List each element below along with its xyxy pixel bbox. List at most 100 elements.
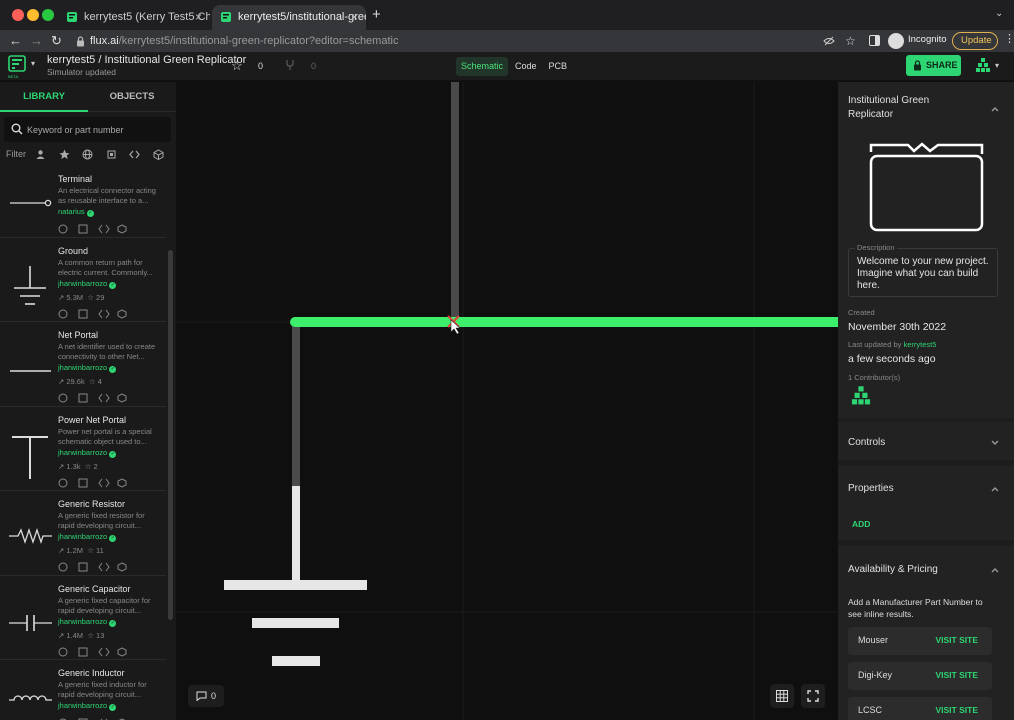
- close-tab-icon[interactable]: ×: [351, 5, 358, 29]
- project-title[interactable]: kerrytest5 / Institutional Green Replica…: [47, 54, 246, 66]
- filter-star-icon[interactable]: [59, 149, 70, 160]
- close-window-button[interactable]: [12, 9, 24, 21]
- zoom-window-button[interactable]: [42, 9, 54, 21]
- part-stars: 11: [96, 546, 104, 555]
- availability-hint: Add a Manufacturer Part Number to see in…: [848, 597, 983, 619]
- library-part-item[interactable]: Terminal An electrical connector acting a…: [0, 166, 166, 238]
- controls-section[interactable]: Controls: [838, 422, 1014, 460]
- contributor-avatar-icon[interactable]: [850, 385, 872, 407]
- tab-title: kerrytest5/institutional-green-: [238, 11, 366, 23]
- new-tab-button[interactable]: +: [372, 5, 381, 25]
- ground-symbol-bar-2[interactable]: [252, 618, 339, 628]
- sidebar-toggle-icon[interactable]: [869, 35, 880, 46]
- bookmark-star-icon[interactable]: ☆: [845, 32, 856, 50]
- beta-badge: BETA: [8, 74, 19, 79]
- vendor-row: LCSC VISIT SITE: [848, 697, 992, 720]
- lock-icon: [77, 36, 84, 47]
- updated-by-link[interactable]: kerrytest5: [903, 340, 936, 349]
- browser-menu-icon[interactable]: ⋮: [1004, 32, 1014, 45]
- library-part-item[interactable]: Net Portal A net identifier used to creat…: [0, 322, 166, 407]
- part-description: Power net portal is a special schematic …: [58, 427, 152, 446]
- library-part-item[interactable]: Generic Capacitor A generic fixed capacit…: [0, 576, 166, 660]
- chevron-up-icon[interactable]: [990, 565, 1000, 575]
- power-net-portal-symbol-icon: [12, 436, 48, 479]
- update-button[interactable]: Update: [952, 32, 998, 50]
- library-part-item[interactable]: Ground A common return path for electric …: [0, 238, 166, 322]
- tab-code[interactable]: Code: [510, 57, 542, 76]
- share-button[interactable]: SHARE: [906, 55, 961, 76]
- ground-symbol-stem[interactable]: [292, 486, 300, 582]
- part-author-link[interactable]: natarius ✓: [58, 207, 94, 217]
- filter-code-icon[interactable]: [129, 149, 140, 160]
- tab-objects[interactable]: OBJECTS: [88, 82, 176, 112]
- verified-badge-icon: ✓: [109, 366, 117, 373]
- verified-badge-icon: ✓: [109, 535, 117, 542]
- ground-symbol-bar-3[interactable]: [272, 656, 320, 666]
- ground-symbol-bar-1[interactable]: [224, 580, 367, 590]
- comments-button[interactable]: 0: [188, 685, 224, 707]
- browser-tab-profile[interactable]: kerrytest5 (Kerry Test5 Chayka ×: [58, 5, 210, 30]
- verified-badge-icon: ✓: [109, 620, 117, 627]
- part-author-link[interactable]: jharwinbarrozo ✓: [58, 617, 117, 627]
- part-stats: ↗ 1.4M ☆ 13: [58, 631, 105, 640]
- part-name: Generic Inductor: [58, 668, 125, 678]
- browser-address-bar: ← → ↻ flux.ai/kerrytest5/institutional-g…: [0, 30, 1014, 52]
- schematic-canvas[interactable]: 0: [176, 82, 838, 720]
- properties-section: Properties ADD: [838, 466, 1014, 540]
- fork-icon[interactable]: [284, 59, 296, 71]
- url-text[interactable]: flux.ai/kerrytest5/institutional-green-r…: [90, 33, 398, 49]
- part-stars: 2: [93, 462, 98, 471]
- reload-icon[interactable]: ↻: [51, 32, 62, 50]
- search-input[interactable]: [27, 122, 167, 137]
- library-part-item[interactable]: Generic Resistor A generic fixed resistor…: [0, 491, 166, 576]
- part-author-link[interactable]: jharwinbarrozo ✓: [58, 532, 117, 542]
- properties-title: Properties: [848, 483, 894, 494]
- browser-tab-active[interactable]: kerrytest5/institutional-green- ×: [212, 5, 366, 30]
- part-author-link[interactable]: jharwinbarrozo ✓: [58, 279, 117, 289]
- part-name: Power Net Portal: [58, 415, 127, 425]
- selected-net-wire[interactable]: [290, 317, 838, 327]
- library-part-item[interactable]: Generic Inductor A generic fixed inductor…: [0, 660, 166, 720]
- close-tab-icon[interactable]: ×: [195, 5, 202, 29]
- chevron-down-icon[interactable]: [990, 438, 1000, 448]
- visit-site-link[interactable]: VISIT SITE: [935, 670, 978, 680]
- editor-view-tabs: Schematic Code PCB: [456, 57, 572, 76]
- tab-pcb[interactable]: PCB: [544, 57, 573, 76]
- tab-search-chevron-icon[interactable]: ⌄: [995, 8, 1003, 19]
- filter-chip-icon[interactable]: [106, 149, 117, 160]
- flux-favicon-icon: [67, 12, 77, 22]
- part-capability-icons: [58, 647, 127, 657]
- forward-arrow-icon[interactable]: →: [30, 32, 43, 50]
- star-icon[interactable]: ☆: [231, 58, 243, 74]
- part-author-link[interactable]: jharwinbarrozo ✓: [58, 448, 117, 458]
- part-name: Terminal: [58, 174, 93, 184]
- chevron-up-icon[interactable]: [990, 484, 1000, 494]
- visit-site-link[interactable]: VISIT SITE: [935, 705, 978, 715]
- add-property-button[interactable]: ADD: [852, 519, 870, 529]
- eye-off-icon[interactable]: [823, 35, 835, 47]
- grid-toggle-button[interactable]: [770, 684, 794, 708]
- back-arrow-icon[interactable]: ←: [9, 32, 22, 50]
- sidebar-scrollbar[interactable]: [168, 250, 173, 620]
- tab-library[interactable]: LIBRARY: [0, 82, 88, 112]
- minimize-window-button[interactable]: [27, 9, 39, 21]
- user-menu-caret-icon[interactable]: ▾: [995, 61, 999, 70]
- description-field[interactable]: Description Welcome to your new project.…: [848, 243, 998, 297]
- tab-title: kerrytest5 (Kerry Test5 Chayka: [84, 11, 210, 23]
- chevron-up-icon[interactable]: [990, 104, 1000, 114]
- user-avatar-icon[interactable]: [975, 57, 991, 74]
- fit-view-button[interactable]: [801, 684, 825, 708]
- filter-3d-cube-icon[interactable]: [153, 149, 164, 160]
- updated-label: Last updated by kerrytest5: [848, 340, 937, 349]
- library-part-item[interactable]: Power Net Portal Power net portal is a sp…: [0, 407, 166, 491]
- net-wire-vertical-top[interactable]: [451, 82, 459, 322]
- logo-menu-caret-icon[interactable]: ▾: [31, 59, 35, 68]
- part-author-link[interactable]: jharwinbarrozo ✓: [58, 701, 117, 711]
- net-wire-vertical-left[interactable]: [292, 322, 300, 487]
- part-uses: 1.3k: [66, 462, 81, 471]
- part-author-link[interactable]: jharwinbarrozo ✓: [58, 363, 117, 373]
- filter-user-icon[interactable]: [35, 149, 46, 160]
- tab-schematic[interactable]: Schematic: [456, 57, 509, 76]
- visit-site-link[interactable]: VISIT SITE: [935, 635, 978, 645]
- filter-globe-icon[interactable]: [82, 149, 93, 160]
